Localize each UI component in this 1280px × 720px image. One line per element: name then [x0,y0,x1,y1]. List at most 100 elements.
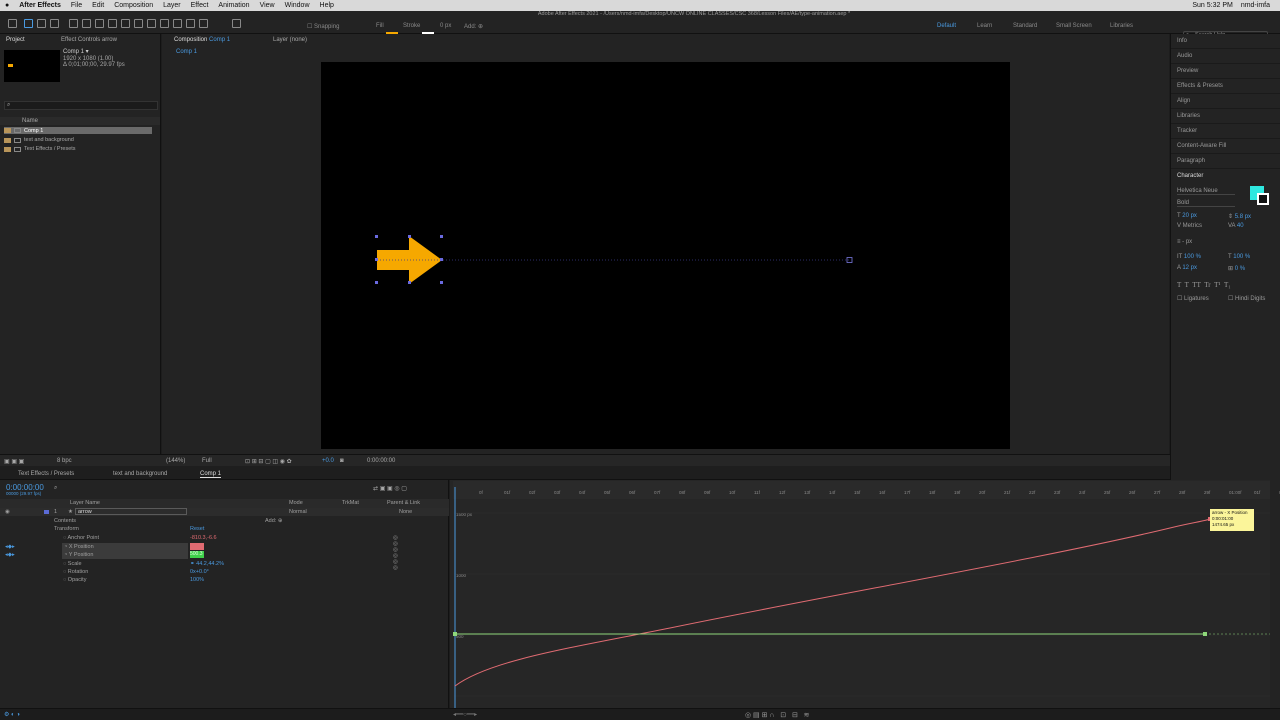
prop-scale[interactable]: ◌ Scale [63,561,82,567]
rectangle-tool-icon[interactable] [108,19,117,28]
workspace-default[interactable]: Default [937,23,956,29]
trkmat-header[interactable]: TrkMat [342,500,359,506]
hand-tool-icon[interactable] [37,19,46,28]
brush-tool-icon[interactable] [147,19,156,28]
current-time-display[interactable]: 0:00:00:00 [367,458,395,464]
anchor-point-value[interactable]: -810.3,-6.6 [190,535,217,541]
layer-row[interactable]: ◉ 1 ★ arrow Normal None [0,508,449,516]
horizontal-scale-field[interactable]: T 100 % [1228,254,1250,260]
menu-file[interactable]: File [66,2,87,9]
workspace-standard[interactable]: Standard [1013,23,1037,29]
menu-window[interactable]: Window [280,2,315,9]
camera-snapshot-icon[interactable]: ◙ [340,458,344,464]
stroke-color-swatch[interactable] [1257,193,1269,205]
y-position-row[interactable]: ◂◆▸ ◔ Y Position [0,551,190,559]
project-search-field[interactable]: ⌕ [4,101,158,110]
tab-text-effects-presets[interactable]: Text Effects / Presets [18,471,74,477]
x-position-curve[interactable] [454,518,1211,687]
bpc-label[interactable]: 8 bpc [57,458,72,464]
eraser-tool-icon[interactable] [173,19,182,28]
add-contents[interactable]: Add: ⊕ [265,518,282,524]
menu-layer[interactable]: Layer [158,2,186,9]
clone-tool-icon[interactable] [160,19,169,28]
menu-composition[interactable]: Composition [109,2,158,9]
keyframe-end[interactable] [1203,632,1207,636]
zoom-slider[interactable]: ◂━━○━━▸ [453,711,477,718]
label-color[interactable] [44,510,49,514]
panel-tracker[interactable]: Tracker [1177,128,1197,134]
parent-header[interactable]: Parent & Link [387,500,420,506]
apple-icon[interactable]: ● [0,2,14,9]
transform-group[interactable]: Transform [54,526,79,532]
scale-value[interactable]: ⚭ 44.2,44.2% [190,561,224,567]
fill-label[interactable]: Fill [376,23,384,29]
stroke-label[interactable]: Stroke [403,23,420,29]
view-options-icons[interactable]: ⊡ ⊞ ⊟ ▢ ◫ ◉ ✿ [245,458,292,465]
stroke-width[interactable]: 0 px [440,23,451,29]
roto-tool-icon[interactable] [186,19,195,28]
contents-group[interactable]: Contents [54,518,76,524]
hindi-digits-checkbox[interactable]: ☐ Hindi Digits [1228,295,1265,302]
stroke-width-field[interactable]: ≡ - px [1177,239,1192,245]
menu-animation[interactable]: Animation [213,2,254,9]
parent-dropdown[interactable]: None [399,509,412,515]
opacity-value[interactable]: 100% [190,577,204,583]
path-end-handle[interactable] [846,257,853,263]
x-position-row[interactable]: ◂◆▸ ◔ X Position [0,543,190,551]
prop-y-position[interactable]: ◔ Y Position [62,551,188,559]
workspace-learn[interactable]: Learn [977,23,992,29]
panel-align[interactable]: Align [1177,98,1190,104]
selection-tool-icon[interactable] [24,19,33,28]
camera-tool-icon[interactable] [82,19,91,28]
home-icon[interactable] [8,19,17,28]
tab-composition[interactable]: Composition Comp 1 [174,37,230,43]
workspace-libraries[interactable]: Libraries [1110,23,1133,29]
tab-effect-controls[interactable]: Effect Controls arrow [61,37,117,43]
search-icon[interactable]: ⌕ [54,485,57,492]
add-label[interactable]: Add: ⊕ [464,23,483,30]
panel-character[interactable]: Character [1177,173,1203,179]
timeline-footer-icons[interactable]: ⚙ ◐ ◑ [4,711,20,718]
prop-opacity[interactable]: ◌ Opacity [63,577,86,583]
snapshot-icon[interactable]: ▣ ▣ ▣ [4,458,24,465]
menu-view[interactable]: View [255,2,280,9]
keyframe-nav-icon[interactable]: ◂◆▸ [5,552,15,558]
project-item-comp[interactable]: Comp 1 [4,127,152,134]
panel-libraries[interactable]: Libraries [1177,113,1200,119]
layer-name-header[interactable]: Layer Name [70,500,100,506]
font-style-dropdown[interactable]: Bold [1177,200,1235,207]
text-style-buttons[interactable]: T T TT Tr T¹ T₁ [1177,281,1231,289]
pin-tool-icon[interactable] [232,19,241,28]
type-tool-icon[interactable] [134,19,143,28]
keyframe-nav-icon[interactable]: ◂◆▸ [5,544,15,550]
ligatures-checkbox[interactable]: ☐ Ligatures [1177,295,1209,302]
project-item-folder[interactable]: text and background [4,137,74,143]
prop-x-position[interactable]: ◔ X Position [62,543,188,551]
mode-dropdown[interactable]: Normal [289,509,307,515]
keyframe-start[interactable] [453,632,457,636]
panel-preview[interactable]: Preview [1177,68,1198,74]
mode-header[interactable]: Mode [289,500,303,506]
graph-view-icons[interactable]: ◎ ▤ ⊞ ∩ ⊡ ⊟ ≋ [745,711,810,719]
font-family-dropdown[interactable]: Helvetica Neue [1177,188,1235,195]
app-menu[interactable]: After Effects [14,2,66,9]
menu-help[interactable]: Help [315,2,339,9]
user-name[interactable]: nmd-imfa [1241,2,1270,9]
exposure-value[interactable]: +0.0 [322,458,334,464]
pan-behind-tool-icon[interactable] [95,19,104,28]
tab-text-and-background[interactable]: text and background [113,471,167,477]
rotation-value[interactable]: 0x+0.0° [190,569,209,575]
breadcrumb[interactable]: Comp 1 [176,49,197,55]
panel-paragraph[interactable]: Paragraph [1177,158,1205,164]
panel-audio[interactable]: Audio [1177,53,1192,59]
tracking-field[interactable]: VA 40 [1228,223,1244,229]
comp-name[interactable]: Comp 1 ▾ [63,48,89,55]
font-size-field[interactable]: T 20 px [1177,213,1197,219]
transform-reset[interactable]: Reset [190,526,204,532]
layer-name-field[interactable]: arrow [75,508,187,515]
tsume-field[interactable]: ⊞ 0 % [1228,265,1245,272]
vertical-scale-field[interactable]: IT 100 % [1177,254,1201,260]
timeline-switches-icons[interactable]: ⇄ ▣ ▣ ◎ ▢ [373,485,407,492]
menu-effect[interactable]: Effect [186,2,214,9]
panel-content-aware-fill[interactable]: Content-Aware Fill [1177,143,1226,149]
